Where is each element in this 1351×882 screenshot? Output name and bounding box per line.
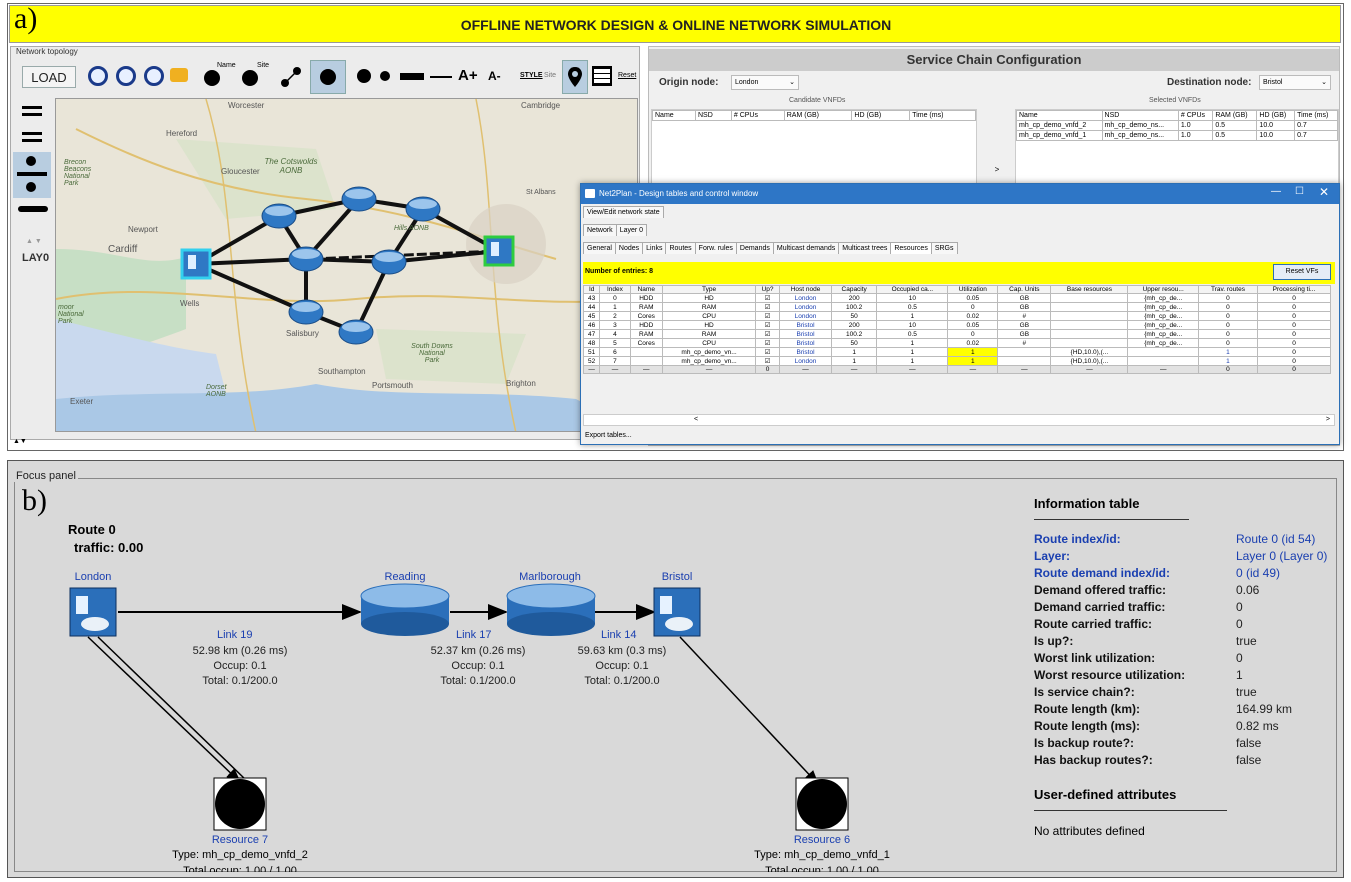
link-name-17[interactable]: Link 17 [456,629,491,641]
node-label-bristol[interactable]: Bristol [645,571,709,583]
link-17-length: 52.37 km (0.26 ms) [430,645,526,657]
resource-6-occupation: Total occup: 1.00 / 1.00 [765,865,879,872]
info-key: Demand carried traffic: [1034,600,1166,614]
link-17-occup: Occup: 0.1 [451,660,505,672]
info-value: 0.82 ms [1236,719,1279,733]
link-14-details: 59.63 km (0.3 ms) Occup: 0.1 Total: 0.1/… [552,644,692,689]
info-key: Layer: [1034,549,1071,563]
link-14-total: Total: 0.1/200.0 [584,675,660,687]
info-value: 1 [1236,668,1243,682]
resource-6-label[interactable]: Resource 6 [762,834,882,846]
node-label-marlborough[interactable]: Marlborough [505,571,595,583]
node-label-reading[interactable]: Reading [365,571,445,583]
info-key: Demand offered traffic: [1034,583,1167,597]
info-value: true [1236,634,1257,648]
link-17-details: 52.37 km (0.26 ms) Occup: 0.1 Total: 0.1… [408,644,548,689]
link-19-occup: Occup: 0.1 [213,660,267,672]
info-key: Route length (ms): [1034,719,1140,733]
info-value: 0 [1236,600,1243,614]
link-name-14[interactable]: Link 14 [601,629,636,641]
info-key: Is service chain?: [1034,685,1135,699]
info-table-title: Information table [1034,496,1140,511]
info-key: Route index/id: [1034,532,1121,546]
info-key: Route demand index/id: [1034,566,1171,580]
info-value[interactable]: Layer 0 (Layer 0) [1236,549,1327,563]
info-key: Route length (km): [1034,702,1140,716]
user-attributes-title: User-defined attributes [1034,787,1177,802]
link-14-occup: Occup: 0.1 [595,660,649,672]
info-value: 164.99 km [1236,702,1293,716]
resource-7-occupation: Total occup: 1.00 / 1.00 [183,865,297,872]
info-key: Is backup route?: [1034,736,1135,750]
info-title-underline [1034,519,1189,520]
resource-6-type: Type: mh_cp_demo_vnfd_1 [754,849,890,861]
info-key: Worst link utilization: [1034,651,1156,665]
link-17-total: Total: 0.1/200.0 [440,675,516,687]
link-name-19[interactable]: Link 19 [217,629,252,641]
link-14-length: 59.63 km (0.3 ms) [577,645,667,657]
info-value: 0 [1236,651,1243,665]
info-key: Has backup routes?: [1034,753,1153,767]
info-value: 0 [1236,617,1243,631]
user-attributes-underline [1034,810,1227,811]
info-value[interactable]: Route 0 (id 54) [1236,532,1315,546]
info-value: 0.06 [1236,583,1260,597]
info-value: false [1236,736,1262,750]
resource-7-label[interactable]: Resource 7 [180,834,300,846]
link-19-total: Total: 0.1/200.0 [202,675,278,687]
no-attributes-text: No attributes defined [1034,824,1145,838]
route-diagram [69,583,849,831]
link-19-length: 52.98 km (0.26 ms) [192,645,288,657]
resource-7-type: Type: mh_cp_demo_vnfd_2 [172,849,308,861]
link-19-details: 52.98 km (0.26 ms) Occup: 0.1 Total: 0.1… [170,644,310,689]
info-key: Worst resource utilization: [1034,668,1186,682]
node-label-london[interactable]: London [62,571,124,583]
info-value[interactable]: 0 (id 49) [1236,566,1280,580]
info-value: false [1236,753,1262,767]
info-key: Route carried traffic: [1034,617,1153,631]
info-key: Is up?: [1034,634,1074,648]
info-value: true [1236,685,1257,699]
